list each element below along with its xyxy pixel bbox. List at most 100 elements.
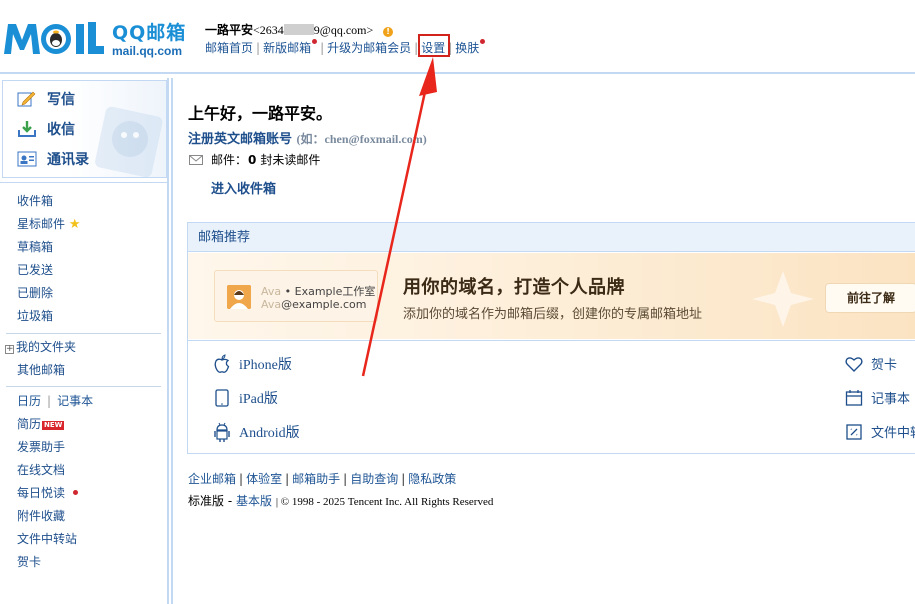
logo-domain: mail.qq.com	[112, 44, 183, 58]
qq-mail-logo-icon[interactable]	[2, 18, 106, 58]
calendar-icon	[845, 389, 863, 406]
receive-button[interactable]: 收信	[17, 118, 75, 140]
notepad-link[interactable]: 记事本	[57, 394, 93, 408]
footer-enterprise-mail[interactable]: 企业邮箱	[188, 472, 236, 486]
new-dot-icon	[480, 39, 486, 44]
greeting-cards[interactable]: 贺卡	[17, 553, 41, 570]
domain-banner[interactable]: Ava • Example工作室 Ava@example.com 用你的域名，打…	[188, 253, 915, 339]
copyright-line: 标准版 - 基本版 | © 1998 - 2025 Tencent Inc. A…	[188, 492, 493, 509]
file-transfer-app-link[interactable]: 文件中转站	[845, 422, 915, 441]
banner-title: 用你的域名，打造个人品牌	[403, 277, 625, 298]
user-email-prefix: <2634	[253, 23, 284, 37]
contacts-icon	[17, 151, 37, 167]
ipad-label: iPad版	[239, 392, 278, 407]
iphone-label: iPhone版	[239, 358, 292, 373]
top-bar: QQ邮箱 mail.qq.com 一路平安<2634 9@qq.com> ! 邮箱…	[0, 0, 915, 74]
banner-subtitle: 添加你的域名作为邮箱后缀，创建你的专属邮箱地址	[403, 307, 703, 322]
enter-inbox-link[interactable]: 进入收件箱	[211, 178, 276, 197]
footer-privacy[interactable]: 隐私政策	[408, 472, 456, 486]
register-hint: (如：chen@foxmail.com)	[296, 132, 427, 146]
expand-plus-icon[interactable]: +	[5, 345, 14, 354]
footer-self-service[interactable]: 自助查询	[350, 472, 398, 486]
app-links: iPhone版 iPad版 Android版 贺卡 记事本 文件中转站	[188, 340, 915, 454]
my-folders-label: 我的文件夹	[16, 340, 77, 354]
contacts-button[interactable]: 通讯录	[17, 148, 89, 170]
footer-links: 企业邮箱 | 体验室 | 邮箱助手 | 自助查询 | 隐私政策	[188, 470, 456, 487]
nav-upgrade-vip[interactable]: 升级为邮箱会员	[327, 41, 411, 55]
nav-new-mailbox[interactable]: 新版邮箱	[263, 41, 311, 55]
example-card: Ava • Example工作室 Ava@example.com	[214, 270, 378, 322]
unread-dot-icon	[73, 490, 79, 495]
attachment-favorites[interactable]: 附件收藏	[17, 507, 65, 524]
nav-skin[interactable]: 换肤	[455, 41, 479, 55]
star-icon: ★	[68, 217, 81, 232]
nav-mailbox-home[interactable]: 邮箱首页	[205, 41, 253, 55]
android-label: Android版	[239, 426, 300, 441]
file-transfer[interactable]: 文件中转站	[17, 530, 77, 547]
edition-basic-link[interactable]: 基本版	[236, 494, 272, 508]
unread-count: 0	[248, 152, 257, 167]
daily-reading[interactable]: 每日悦读	[17, 484, 79, 501]
nav-separator: |	[320, 41, 325, 55]
avatar-icon	[227, 285, 251, 309]
folder-starred[interactable]: 星标邮件 ★	[17, 215, 81, 232]
folder-deleted[interactable]: 已删除	[17, 284, 53, 301]
card-line1: Ava • Example工作室	[261, 285, 376, 298]
folder-sent[interactable]: 已发送	[17, 261, 53, 278]
sidebar: 写信 收信 通讯录 收件箱 星标邮件 ★ 草稿箱 已发送 已删除 垃圾箱 + 我的…	[0, 78, 169, 604]
quick-actions: 写信 收信 通讯录	[2, 80, 167, 178]
folder-spam[interactable]: 垃圾箱	[17, 307, 53, 324]
folder-starred-label: 星标邮件	[17, 217, 66, 231]
online-docs[interactable]: 在线文档	[17, 461, 65, 478]
nav-separator: |	[256, 41, 261, 55]
daily-reading-label: 每日悦读	[17, 486, 66, 500]
logo-title: QQ邮箱	[112, 22, 187, 44]
android-app-link[interactable]: Android版	[213, 422, 300, 442]
tablet-icon	[215, 389, 229, 407]
calendar-link[interactable]: 日历	[17, 394, 41, 408]
file-transfer-label: 文件中转站	[871, 426, 915, 441]
copyright-text: | © 1998 - 2025 Tencent Inc. All Rights …	[275, 496, 494, 508]
folder-drafts[interactable]: 草稿箱	[17, 238, 53, 255]
contacts-label: 通讯录	[47, 152, 89, 168]
greeting-card-link[interactable]: 贺卡	[845, 354, 897, 373]
iphone-app-link[interactable]: iPhone版	[213, 354, 292, 374]
divider	[6, 333, 161, 334]
resume-link[interactable]: 简历 NEW	[17, 415, 65, 432]
invoice-helper[interactable]: 发票助手	[17, 438, 65, 455]
other-mailbox[interactable]: 其他邮箱	[17, 361, 65, 378]
recommendation-panel: 邮箱推荐 Ava • Example工作室 Ava@example.com 用你…	[187, 222, 915, 454]
learn-more-button[interactable]: 前往了解	[825, 283, 915, 313]
footer-mail-assistant[interactable]: 邮箱助手	[292, 472, 340, 486]
footer-separator: |	[343, 472, 348, 486]
ipad-app-link[interactable]: iPad版	[213, 388, 278, 408]
recommendation-title: 邮箱推荐	[188, 223, 915, 252]
user-email-suffix: 9@qq.com>	[313, 23, 374, 37]
apple-icon	[214, 354, 230, 373]
main-content: 上午好，一路平安。 注册英文邮箱账号 (如：chen@foxmail.com) …	[171, 78, 915, 604]
file-transfer-icon	[846, 423, 862, 440]
new-dot-icon	[312, 39, 318, 44]
calendar-notepad-row: 日历 | 记事本	[17, 392, 93, 409]
folder-inbox[interactable]: 收件箱	[17, 192, 53, 209]
compose-icon	[17, 91, 36, 107]
register-english-account[interactable]: 注册英文邮箱账号 (如：chen@foxmail.com)	[188, 128, 427, 147]
user-name: 一路平安	[205, 23, 254, 37]
warning-icon[interactable]: !	[383, 27, 394, 37]
logo-text[interactable]: QQ邮箱 mail.qq.com	[112, 22, 186, 58]
compose-label: 写信	[47, 92, 75, 108]
compose-button[interactable]: 写信	[17, 88, 75, 110]
user-info: 一路平安<2634 9@qq.com> !	[205, 21, 394, 38]
folder-list: 收件箱 星标邮件 ★ 草稿箱 已发送 已删除 垃圾箱 + 我的文件夹 其他邮箱 日…	[0, 182, 167, 602]
star-decoration-icon	[752, 271, 814, 327]
footer-lab[interactable]: 体验室	[246, 472, 282, 486]
mail-status: 邮件： 0 封未读邮件	[189, 151, 320, 168]
notepad-app-link[interactable]: 记事本	[845, 388, 910, 407]
notepad-label: 记事本	[871, 392, 911, 407]
footer-separator: |	[285, 472, 290, 486]
card-line2: Ava@example.com	[261, 298, 367, 311]
separator: |	[47, 394, 52, 408]
edition-standard: 标准版	[188, 494, 225, 508]
email-redaction	[283, 24, 314, 35]
my-folders[interactable]: + 我的文件夹	[5, 338, 76, 355]
